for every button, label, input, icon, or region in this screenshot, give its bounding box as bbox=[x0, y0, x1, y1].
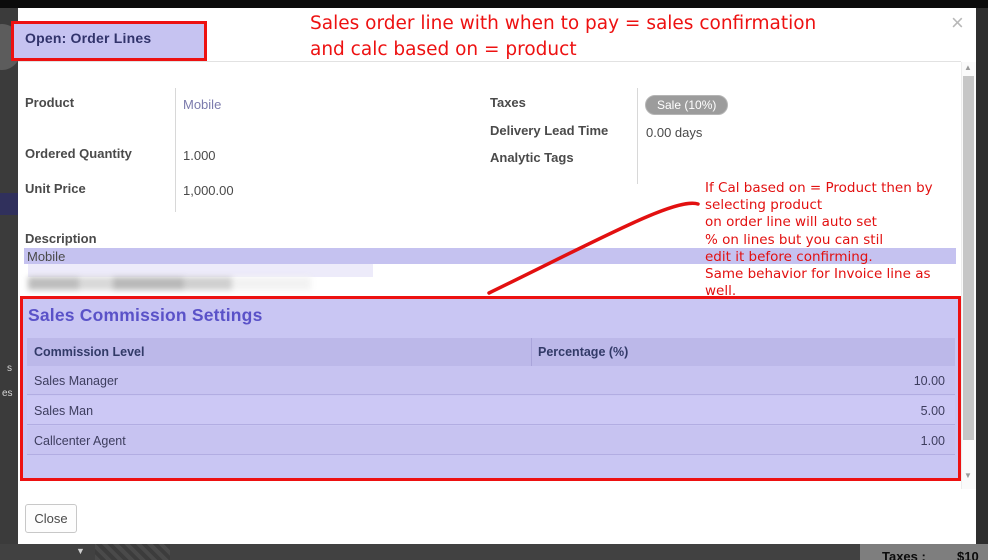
table-row[interactable]: Callcenter Agent 1.00 bbox=[27, 426, 955, 455]
field-label-delivery-lead-time: Delivery Lead Time bbox=[490, 123, 608, 138]
percentage-cell: 1.00 bbox=[921, 434, 945, 448]
column-header-percentage[interactable]: Percentage (%) bbox=[538, 345, 628, 359]
field-value-ordered-quantity: 1.000 bbox=[183, 148, 216, 163]
field-label-product: Product bbox=[25, 95, 74, 110]
field-column-divider-left bbox=[175, 88, 176, 212]
tax-badge[interactable]: Sale (10%) bbox=[645, 95, 728, 115]
annotation-side-line: If Cal based on = Product then by bbox=[705, 180, 970, 197]
scrollbar-down-icon[interactable]: ▼ bbox=[964, 471, 972, 480]
description-redacted-text bbox=[28, 277, 311, 290]
commission-section-title: Sales Commission Settings bbox=[28, 305, 263, 326]
field-label-ordered-quantity: Ordered Quantity bbox=[25, 146, 132, 161]
table-row[interactable]: Sales Man 5.00 bbox=[27, 396, 955, 425]
commission-table-header: Commission Level Percentage (%) bbox=[27, 338, 955, 366]
scrollbar-thumb[interactable] bbox=[963, 76, 974, 440]
background-right-strip bbox=[976, 8, 988, 560]
annotation-side-line: on order line will auto set bbox=[705, 214, 970, 231]
page: s es Open: Order Lines × Sales order lin… bbox=[0, 0, 988, 560]
field-label-taxes: Taxes bbox=[490, 95, 526, 110]
background-taxes-value: $10 bbox=[957, 549, 979, 560]
annotation-side-line: % on lines but you can stil bbox=[705, 232, 970, 249]
field-label-unit-price: Unit Price bbox=[25, 181, 86, 196]
modal-title: Open: Order Lines bbox=[25, 30, 151, 46]
background-taxes-label: Taxes : bbox=[882, 549, 926, 560]
field-value-delivery-lead-time: 0.00 days bbox=[646, 125, 702, 140]
background-text-fragment: es bbox=[2, 388, 13, 399]
annotation-side-line: edit it before confirming. bbox=[705, 249, 970, 266]
top-black-bar bbox=[0, 0, 988, 8]
percentage-cell: 10.00 bbox=[914, 374, 945, 388]
annotation-side-line: Same behavior for Invoice line as bbox=[705, 266, 970, 283]
close-button[interactable]: Close bbox=[25, 504, 77, 533]
field-column-divider-right bbox=[637, 88, 638, 184]
annotation-side-line: well. bbox=[705, 283, 970, 300]
field-value-unit-price: 1,000.00 bbox=[183, 183, 234, 198]
table-row[interactable]: Sales Manager 10.00 bbox=[27, 366, 955, 395]
field-value-product[interactable]: Mobile bbox=[183, 97, 221, 112]
annotation-side-line: selecting product bbox=[705, 197, 970, 214]
modal-title-highlight-box: Open: Order Lines bbox=[11, 21, 207, 61]
background-taxes-row: Taxes : $10 bbox=[860, 544, 988, 560]
caret-down-icon: ▼ bbox=[76, 546, 85, 556]
background-text-fragment: s bbox=[7, 363, 12, 374]
annotation-side: If Cal based on = Product then by select… bbox=[705, 180, 970, 300]
description-selection-remnant bbox=[28, 264, 373, 277]
commission-level-cell: Sales Man bbox=[34, 404, 93, 418]
annotation-arrow-line bbox=[480, 195, 710, 303]
description-label: Description bbox=[25, 231, 97, 246]
background-hatched-block bbox=[95, 544, 170, 560]
background-bottom-bar: ▼ Taxes : $10 bbox=[0, 544, 988, 560]
column-divider bbox=[531, 338, 532, 366]
annotation-top-line2: and calc based on = product bbox=[310, 37, 960, 63]
background-navy-fragment bbox=[0, 193, 18, 215]
percentage-cell: 5.00 bbox=[921, 404, 945, 418]
annotation-top: Sales order line with when to pay = sale… bbox=[310, 11, 960, 63]
column-header-commission-level[interactable]: Commission Level bbox=[34, 345, 144, 359]
background-left-strip: s es bbox=[0, 8, 18, 560]
commission-level-cell: Callcenter Agent bbox=[34, 434, 126, 448]
field-label-analytic-tags: Analytic Tags bbox=[490, 150, 574, 165]
commission-level-cell: Sales Manager bbox=[34, 374, 118, 388]
annotation-top-line1: Sales order line with when to pay = sale… bbox=[310, 11, 960, 37]
scrollbar-up-icon[interactable]: ▲ bbox=[964, 63, 972, 72]
description-value: Mobile bbox=[27, 249, 65, 264]
